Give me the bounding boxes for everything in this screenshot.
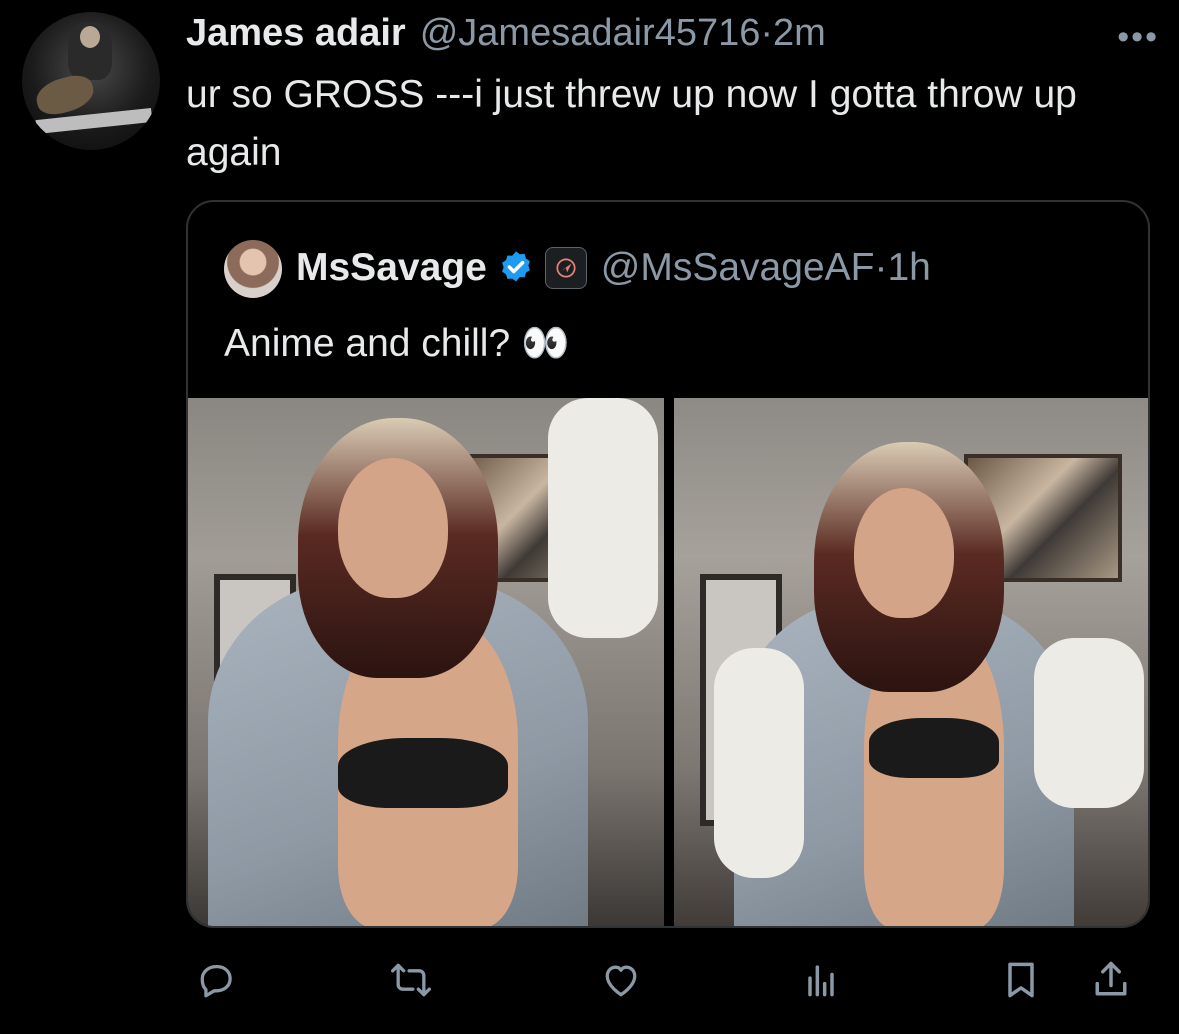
quoted-tweet-text: Anime and chill? 👀 — [224, 322, 570, 365]
author-avatar[interactable] — [22, 12, 160, 150]
quoted-tweet-header: MsSavage @MsSavageAF·1h — [296, 246, 931, 290]
quoted-author-handle-text[interactable]: @MsSavageAF — [601, 246, 875, 289]
views-icon[interactable] — [791, 950, 851, 1010]
bookmark-icon[interactable] — [991, 950, 1051, 1010]
avatar-face — [80, 26, 100, 48]
author-handle-text[interactable]: @Jamesadair45716 — [420, 12, 761, 54]
share-icon[interactable] — [1081, 950, 1141, 1010]
tweet-actions — [186, 950, 1152, 1010]
author-name[interactable]: James adair — [186, 12, 406, 55]
more-options-icon[interactable]: ••• — [1117, 18, 1159, 57]
quoted-author-name[interactable]: MsSavage — [296, 246, 487, 290]
face — [854, 488, 954, 618]
quoted-tweet[interactable]: MsSavage @MsSavageAF·1h Anime and chill?… — [186, 200, 1150, 928]
bra — [338, 738, 508, 808]
reply-icon[interactable] — [186, 950, 246, 1010]
like-icon[interactable] — [591, 950, 651, 1010]
face — [338, 458, 448, 598]
quoted-photo-2[interactable] — [674, 398, 1148, 926]
quoted-author-handle: @MsSavageAF·1h — [601, 246, 931, 290]
quoted-photo-1[interactable] — [188, 398, 664, 926]
affiliate-badge-icon[interactable] — [544, 247, 587, 289]
verified-badge-icon — [501, 251, 530, 282]
bra — [869, 718, 999, 778]
retweet-icon[interactable] — [381, 950, 441, 1010]
tweet-time[interactable]: 2m — [773, 12, 826, 54]
raised-sleeve — [548, 398, 658, 638]
tweet-header: James adair @Jamesadair45716·2m — [186, 12, 826, 55]
tweet-text: ur so GROSS ---i just threw up now I got… — [186, 73, 1077, 174]
quoted-tweet-time[interactable]: 1h — [887, 246, 930, 289]
time-separator: · — [760, 12, 774, 54]
quoted-time-separator: · — [874, 246, 888, 289]
quoted-author-avatar[interactable] — [224, 240, 282, 298]
left-sleeve — [714, 648, 804, 878]
author-handle: @Jamesadair45716·2m — [420, 12, 826, 55]
avatar-guitar — [32, 71, 98, 119]
right-sleeve — [1034, 638, 1144, 808]
